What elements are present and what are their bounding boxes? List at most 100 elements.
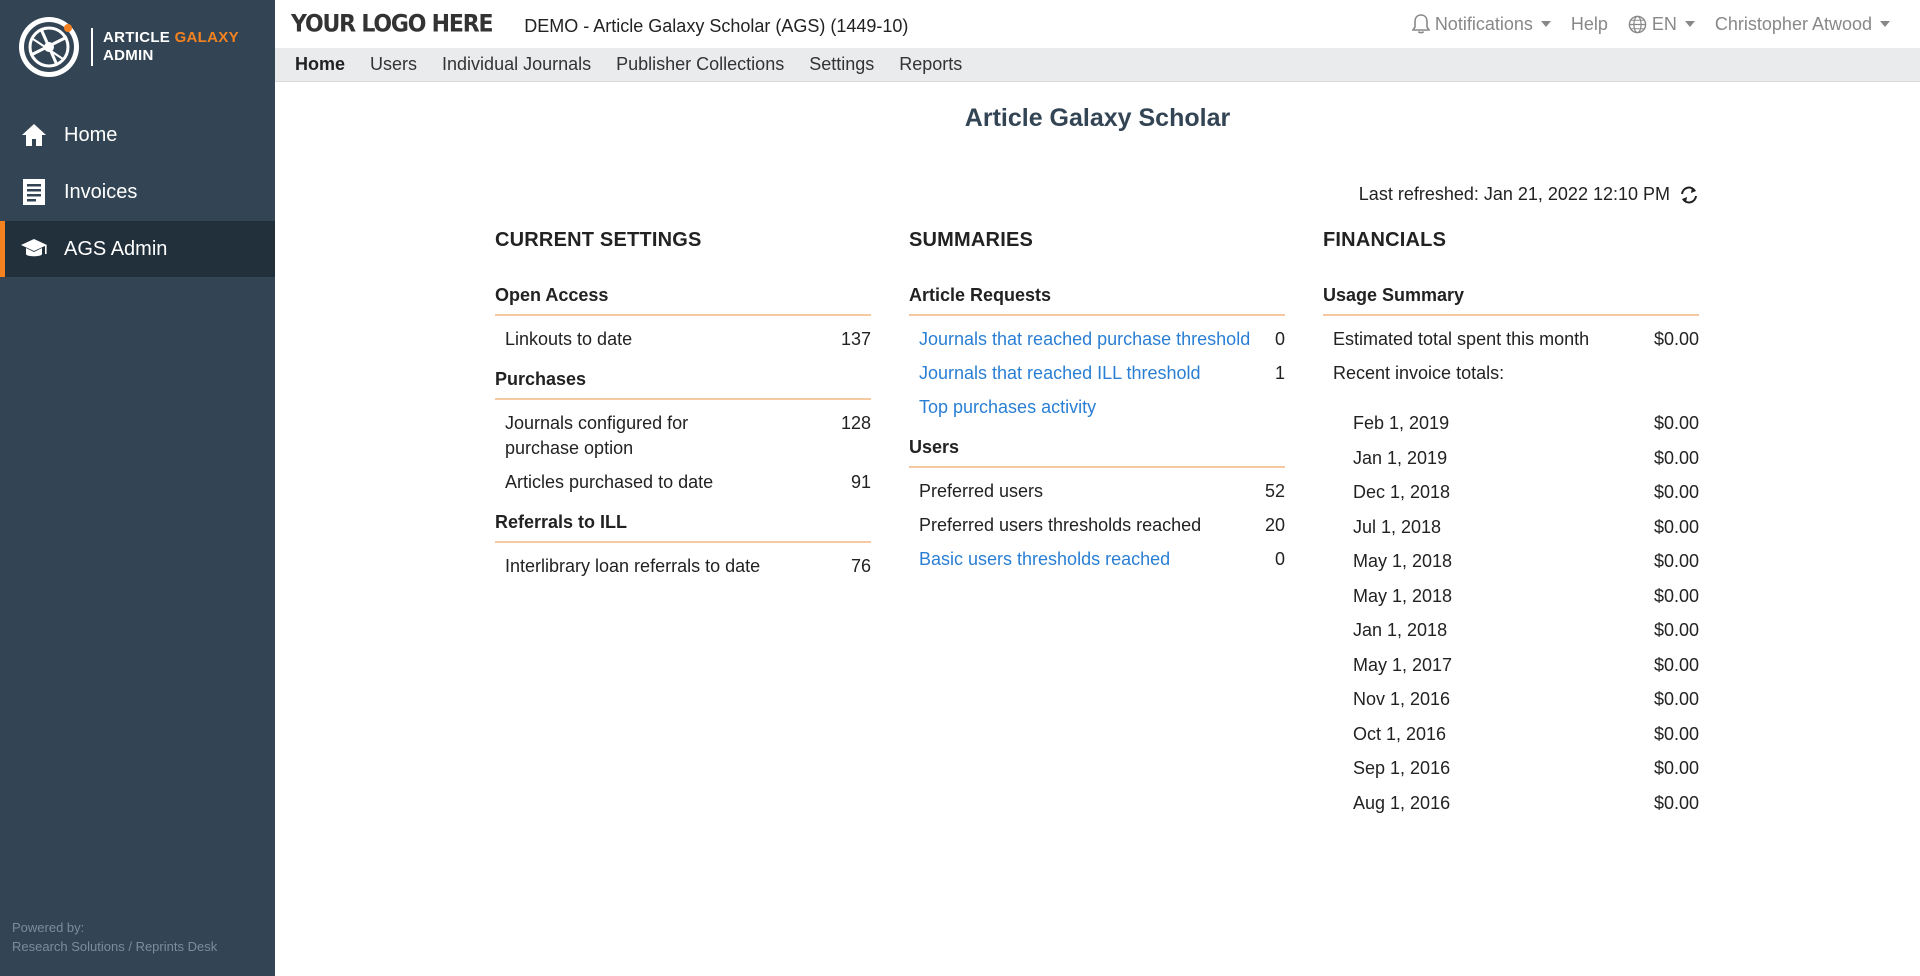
globe-icon	[1628, 15, 1647, 33]
language-dropdown[interactable]: EN	[1628, 14, 1695, 35]
invoice-row: May 1, 2017 $0.00	[1323, 653, 1699, 678]
invoice-row: May 1, 2018 $0.00	[1323, 549, 1699, 574]
bell-icon	[1411, 14, 1430, 34]
invoice-date: May 1, 2017	[1353, 654, 1453, 675]
chevron-down-icon	[1684, 21, 1695, 27]
stat-row: Journals configured for purchase option …	[505, 413, 871, 458]
article-galaxy-logo-icon	[19, 17, 79, 77]
chevron-down-icon	[1540, 21, 1551, 27]
invoice-amount: $0.00	[1653, 551, 1699, 571]
invoice-amount: $0.00	[1653, 585, 1699, 606]
sidebar-nav: Home Invoices AGS Admin	[0, 107, 275, 278]
invoice-date: Feb 1, 2019	[1353, 413, 1450, 433]
customer-logo: YOUR LOGO HERE	[291, 10, 493, 38]
invoice-amount: $0.00	[1653, 620, 1699, 640]
notifications-dropdown[interactable]: Notifications	[1411, 14, 1551, 35]
financials-column: FINANCIALS Usage Summary Estimated total…	[1323, 229, 1699, 825]
summaries-column: SUMMARIES Article Requests Journals that…	[909, 229, 1285, 581]
stat-row: Preferred users 52	[919, 481, 1285, 501]
app-title: DEMO - Article Galaxy Scholar (AGS) (144…	[524, 15, 909, 36]
column-title: FINANCIALS	[1323, 229, 1447, 251]
ill-threshold-link[interactable]: Journals that reached ILL threshold	[919, 361, 1201, 386]
chevron-down-icon	[1880, 21, 1890, 27]
top-right-menu: Notifications Help EN Christopher Atwood	[1411, 0, 1890, 48]
section-title-users: Users	[909, 437, 1285, 468]
invoice-date: Jan 1, 2019	[1353, 447, 1448, 468]
refresh-icon[interactable]	[1678, 185, 1700, 205]
invoice-row: Oct 1, 2016 $0.00	[1323, 722, 1699, 747]
stat-row: Estimated total spent this month $0.00	[1333, 329, 1699, 349]
menu-users[interactable]: Users	[370, 54, 417, 75]
invoice-amount: $0.00	[1653, 654, 1699, 675]
stat-row: Linkouts to date 137	[505, 329, 871, 349]
invoice-amount: $0.00	[1653, 689, 1699, 709]
recent-invoices-label: Recent invoice totals:	[1333, 363, 1505, 383]
sidebar-item-ags-admin[interactable]: AGS Admin	[0, 221, 275, 277]
last-refreshed: Last refreshed: Jan 21, 2022 12:10 PM	[1359, 184, 1700, 205]
invoice-row: Dec 1, 2018 $0.00	[1323, 480, 1699, 505]
stat-row: Top purchases activity	[909, 395, 1285, 420]
invoice-row: Nov 1, 2016 $0.00	[1323, 687, 1699, 712]
invoice-date: Nov 1, 2016	[1353, 689, 1451, 709]
invoice-row: Jan 1, 2018 $0.00	[1323, 618, 1699, 643]
stat-row: Preferred users thresholds reached 20	[919, 515, 1285, 535]
invoice-amount: $0.00	[1653, 723, 1699, 744]
sidebar-item-label: Home	[64, 123, 118, 146]
invoice-row: Aug 1, 2016 $0.00	[1323, 791, 1699, 816]
section-title-article-requests: Article Requests	[909, 285, 1285, 316]
column-title: CURRENT SETTINGS	[495, 229, 702, 251]
invoice-amount: $0.00	[1653, 792, 1699, 813]
purchase-threshold-link[interactable]: Journals that reached purchase threshold	[919, 327, 1250, 352]
invoice-date: May 1, 2018	[1353, 585, 1453, 606]
section-title-open-access: Open Access	[495, 285, 871, 316]
sidebar-item-label: AGS Admin	[64, 237, 168, 260]
menu-reports[interactable]: Reports	[899, 54, 962, 75]
invoice-row: Sep 1, 2016 $0.00	[1323, 756, 1699, 781]
invoice-row: Jan 1, 2019 $0.00	[1323, 446, 1699, 471]
brand[interactable]: ARTICLE GALAXY ADMIN	[17, 15, 239, 79]
stat-row: Journals that reached ILL threshold 1	[909, 361, 1285, 386]
invoice-list: Feb 1, 2019 $0.00 Jan 1, 2019 $0.00 Dec 1, 2…	[1323, 411, 1699, 816]
invoice-amount: $0.00	[1653, 482, 1699, 502]
brand-text: ARTICLE GALAXY ADMIN	[103, 29, 239, 64]
menu-individual-journals[interactable]: Individual Journals	[442, 54, 591, 75]
help-link[interactable]: Help	[1571, 14, 1608, 35]
powered-by: Powered by: Research Solutions / Reprint…	[12, 920, 218, 954]
graduation-cap-icon	[20, 235, 48, 263]
invoice-date: Dec 1, 2018	[1353, 482, 1451, 502]
section-title-referrals: Referrals to ILL	[495, 512, 871, 543]
invoice-row: Jul 1, 2018 $0.00	[1323, 515, 1699, 540]
invoice-row: Feb 1, 2019 $0.00	[1323, 411, 1699, 436]
user-dropdown[interactable]: Christopher Atwood	[1715, 14, 1890, 35]
invoice-row: May 1, 2018 $0.00	[1323, 584, 1699, 609]
basic-users-threshold-link[interactable]: Basic users thresholds reached	[919, 547, 1170, 572]
top-purchases-link[interactable]: Top purchases activity	[919, 395, 1096, 420]
invoice-amount: $0.00	[1653, 447, 1699, 468]
invoice-date: Aug 1, 2016	[1353, 792, 1451, 813]
stat-row: Interlibrary loan referrals to date 76	[505, 556, 871, 576]
topbar: YOUR LOGO HERE DEMO - Article Galaxy Sch…	[275, 0, 1920, 48]
invoice-date: Jul 1, 2018	[1353, 516, 1442, 537]
invoice-date: Jan 1, 2018	[1353, 620, 1448, 640]
invoice-amount: $0.00	[1653, 516, 1699, 537]
invoice-amount: $0.00	[1653, 413, 1699, 433]
menu-home[interactable]: Home	[295, 54, 345, 75]
sidebar-item-label: Invoices	[64, 180, 138, 203]
invoice-date: Sep 1, 2016	[1353, 758, 1451, 778]
section-title-usage-summary: Usage Summary	[1323, 285, 1699, 316]
stat-row: Basic users thresholds reached 0	[909, 547, 1285, 572]
menu-publisher-collections[interactable]: Publisher Collections	[616, 54, 784, 75]
sidebar-item-home[interactable]: Home	[0, 107, 275, 163]
invoice-date: Oct 1, 2016	[1353, 723, 1447, 744]
brand-divider	[91, 28, 93, 66]
current-settings-column: CURRENT SETTINGS Open Access Linkouts to…	[495, 229, 871, 588]
sidebar-item-invoices[interactable]: Invoices	[0, 164, 275, 220]
invoice-icon	[20, 178, 48, 206]
column-title: SUMMARIES	[909, 229, 1034, 251]
sidebar: ARTICLE GALAXY ADMIN Home Invoices AGS A…	[0, 0, 275, 976]
invoice-date: May 1, 2018	[1353, 551, 1453, 571]
section-title-purchases: Purchases	[495, 369, 871, 400]
stat-row: Articles purchased to date 91	[505, 472, 871, 492]
stat-row: Journals that reached purchase threshold…	[909, 327, 1285, 352]
menu-settings[interactable]: Settings	[809, 54, 874, 75]
